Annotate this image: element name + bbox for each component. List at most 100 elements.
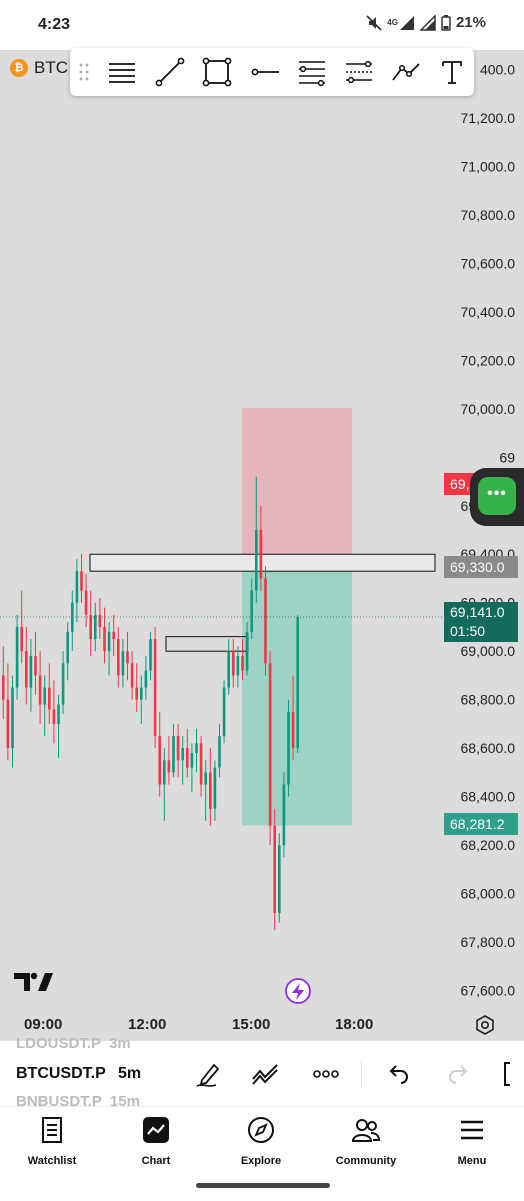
price-axis-label: 70,800.0: [461, 207, 516, 223]
parallel-channel-icon[interactable]: [343, 56, 375, 88]
interval-selector[interactable]: 5m: [118, 1065, 141, 1083]
candle-body: [158, 736, 161, 785]
candle-body: [48, 687, 51, 710]
candle-body: [117, 639, 120, 676]
price-axis-label: 68,600.0: [461, 740, 516, 756]
undo-icon[interactable]: [383, 1059, 413, 1089]
time-label-0900: 09:00: [24, 1016, 63, 1033]
fullscreen-icon[interactable]: [500, 1059, 524, 1089]
candle-body: [52, 709, 56, 724]
indicators-icon[interactable]: [250, 1059, 280, 1089]
last-price-value: 69,141.0: [450, 604, 505, 620]
price-axis-label: 68,200.0: [461, 837, 516, 853]
candle-body: [144, 670, 148, 688]
candle-body: [89, 614, 92, 640]
candle-body: [135, 687, 138, 700]
fab-button[interactable]: •••: [478, 477, 516, 515]
candle-body: [94, 614, 97, 640]
drag-handle-icon[interactable]: [78, 62, 90, 82]
nav-menu-label: Menu: [457, 1155, 487, 1167]
watchlist-icon: [42, 1117, 62, 1143]
more-dots-icon: •••: [487, 485, 507, 502]
drawing-pen-icon[interactable]: [194, 1059, 224, 1089]
entry-price-tag: 69,330.0: [444, 556, 518, 578]
symbol-selector[interactable]: BTCUSDT.P: [16, 1065, 106, 1083]
candle-body: [241, 656, 244, 671]
candle-body: [176, 736, 180, 761]
mute-icon: [366, 14, 382, 31]
horizontal-ray-icon[interactable]: [249, 56, 281, 88]
price-axis-label: 70,200.0: [461, 352, 516, 368]
home-indicator[interactable]: [196, 1183, 330, 1188]
candle-body: [84, 590, 88, 615]
nav-watchlist[interactable]: Watchlist: [7, 1115, 97, 1175]
candle-body: [222, 687, 226, 737]
candle-body: [213, 767, 217, 809]
candle-countdown: 01:50: [450, 623, 486, 639]
chart-symbol-text: BTC: [34, 58, 68, 77]
nav-chart[interactable]: Chart: [111, 1115, 201, 1175]
candle-body: [268, 663, 272, 826]
battery-icon: [441, 14, 451, 31]
candle-body: [57, 704, 60, 724]
path-icon[interactable]: [390, 56, 422, 88]
candle-body: [167, 760, 171, 773]
battery-level: 21%: [455, 14, 486, 31]
nav-chart-label: Chart: [141, 1155, 171, 1167]
candle-body: [75, 571, 79, 603]
price-axis-label: 71,200.0: [461, 110, 516, 126]
price-axis-label: 68,400.0: [461, 789, 516, 805]
support-rectangle: [165, 636, 249, 652]
symbol-bar: LDOUSDT.P 3m BTCUSDT.P 5m BNBUSDT.P 15m: [0, 1035, 524, 1110]
price-chart[interactable]: 400.0 71,200.0 71,000.0 70,800.0 70,600.0 70,…: [0, 50, 524, 1010]
candle-body: [34, 656, 37, 676]
rectangle-icon[interactable]: [201, 56, 233, 88]
nav-menu[interactable]: Menu: [427, 1115, 517, 1175]
price-axis-label: 70,400.0: [461, 304, 516, 320]
horizontal-lines-icon[interactable]: [106, 56, 138, 88]
time-label-1500: 15:00: [232, 1016, 271, 1033]
candle-body: [140, 687, 143, 700]
quick-actions-fab[interactable]: •••: [470, 468, 524, 526]
last-price-tag: 69,141.0 01:50: [444, 602, 518, 642]
alert-bolt-icon[interactable]: [285, 978, 311, 1004]
candle-body: [112, 631, 115, 640]
chart-settings-icon[interactable]: [474, 1014, 496, 1036]
candle-body: [61, 663, 65, 705]
candle-body: [273, 825, 276, 914]
text-icon[interactable]: [436, 56, 468, 88]
candle-body: [126, 651, 129, 664]
network-type: 4G: [387, 18, 398, 27]
trend-line-icon[interactable]: [154, 56, 186, 88]
stop-loss-zone: [242, 407, 352, 572]
fib-retracement-icon[interactable]: [296, 56, 328, 88]
candle-body: [153, 639, 157, 737]
prev-symbol-ghost: LDOUSDT.P 3m: [16, 1035, 131, 1052]
candle-body: [259, 530, 263, 579]
price-axis-label: 68,800.0: [461, 692, 516, 708]
candle-body: [250, 590, 253, 632]
chart-canvas[interactable]: 400.0 71,200.0 71,000.0 70,800.0 70,600.0 70,…: [0, 50, 524, 1010]
tradingview-logo: [14, 972, 53, 991]
status-time: 4:23: [38, 16, 71, 33]
candle-body: [29, 656, 33, 688]
nav-community[interactable]: Community: [321, 1115, 411, 1175]
nav-explore[interactable]: Explore: [216, 1115, 306, 1175]
nav-explore-label: Explore: [240, 1155, 282, 1167]
candle-body: [282, 784, 286, 846]
price-axis-label: 70,000.0: [461, 401, 516, 417]
candle-body: [245, 631, 249, 671]
bitcoin-icon: ₿: [10, 59, 28, 77]
more-options-icon[interactable]: [311, 1059, 341, 1089]
resistance-rectangle: [89, 553, 436, 572]
candle-body: [195, 743, 198, 754]
candle-body: [209, 772, 212, 809]
candle-body: [227, 651, 230, 688]
toolbar-divider: [361, 1061, 362, 1087]
signal-icon: [399, 15, 414, 30]
candle-body: [190, 753, 194, 768]
candle-body: [103, 626, 106, 652]
redo-icon[interactable]: [444, 1059, 474, 1089]
price-axis-label: 67,800.0: [461, 934, 516, 950]
price-axis-label: 69,000.0: [461, 643, 516, 659]
